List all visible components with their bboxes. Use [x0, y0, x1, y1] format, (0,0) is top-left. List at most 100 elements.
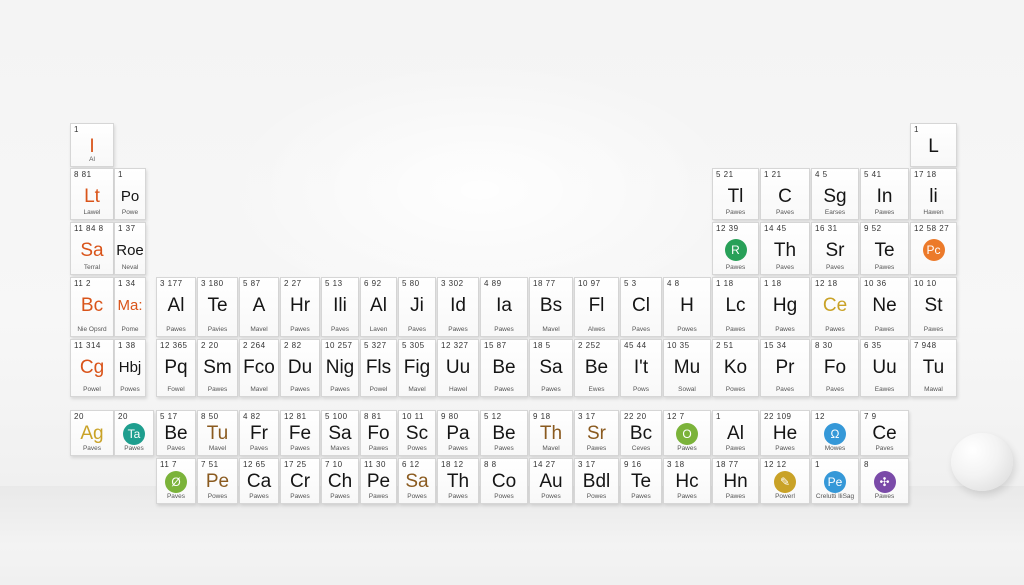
element-symbol: Fig	[403, 357, 431, 378]
element-tile: 3 302 Id Pawes	[437, 277, 479, 337]
element-name: Pawes	[448, 326, 468, 333]
element-tile: 2 252 Be Ewes	[574, 339, 619, 397]
element-number: 3 18	[667, 460, 685, 469]
element-name: Mavel	[250, 326, 268, 333]
element-number: 18 12	[441, 460, 464, 469]
element-number: 4 5	[815, 170, 828, 179]
element-symbol: Al	[727, 423, 744, 444]
element-symbol: Hr	[289, 295, 311, 316]
element-name: Mavel	[408, 386, 426, 393]
element-number: 22 20	[624, 412, 647, 421]
element-name: Mavel	[250, 386, 268, 393]
element-name: Pawes	[290, 445, 310, 452]
element-tile: 8 81 Fo Pawes	[360, 410, 397, 456]
element-symbol: Sa	[328, 423, 352, 444]
element-symbol: Sr	[825, 240, 845, 261]
element-number: 12	[815, 412, 825, 421]
element-tile: 2 82 Du Pawes	[280, 339, 320, 397]
element-symbol: Fe	[288, 423, 312, 444]
element-name: Powes	[494, 493, 514, 500]
element-name: Pawes	[725, 445, 746, 452]
element-symbol: Pe	[366, 471, 391, 492]
element-name: Pawes	[725, 326, 746, 333]
element-badge-icon: ✎	[774, 471, 796, 493]
element-number: 2 20	[201, 341, 219, 350]
element-number: 12 65	[243, 460, 266, 469]
element-number: 3 302	[441, 279, 464, 288]
element-tile: 5 41 In Pawes	[860, 168, 909, 220]
element-symbol: Ia	[496, 295, 512, 316]
element-name: Pawes	[494, 445, 514, 452]
element-tile: 3 17 Sr Pawes	[574, 410, 619, 456]
element-number: 3 180	[201, 279, 224, 288]
element-symbol: Be	[492, 357, 516, 378]
element-tile: 1 Pe Crelutti lliSag	[811, 458, 859, 504]
element-name: Mavel	[208, 445, 227, 452]
element-number: 9 52	[864, 224, 882, 233]
element-tile: 5 305 Fig Mavel	[398, 339, 436, 397]
element-number: 11 7	[160, 460, 177, 469]
element-symbol: Nig	[325, 357, 355, 378]
element-name: Paves	[825, 386, 845, 393]
element-symbol: Hc	[675, 471, 699, 492]
element-number: 1 18	[716, 279, 734, 288]
element-tile: 18 12 Th Pawes	[437, 458, 479, 504]
element-name: Ceves	[631, 445, 651, 452]
element-number: 1	[74, 125, 79, 134]
element-name: Hawen	[923, 209, 944, 216]
element-name: Mawal	[924, 386, 943, 393]
element-number: 8 81	[74, 170, 92, 179]
element-number: 5 87	[243, 279, 261, 288]
element-number: 5 21	[716, 170, 734, 179]
element-name: Pawes	[775, 326, 795, 333]
element-number: 15 34	[764, 341, 787, 350]
element-number: 2 252	[578, 341, 601, 350]
element-symbol: Uu	[872, 357, 897, 378]
element-tile: 11 7 Ø Paves	[156, 458, 196, 504]
element-tile: 10 36 Ne Pawes	[860, 277, 909, 337]
element-tile: 12 12 ✎ Powerl	[760, 458, 810, 504]
element-number: 12 81	[284, 412, 307, 421]
element-tile: 8 50 Tu Mavel	[197, 410, 238, 456]
element-number: 16 31	[815, 224, 838, 233]
element-symbol: Co	[491, 471, 517, 492]
element-tile: 1 38 Hbj Powes	[114, 339, 146, 397]
element-tile: 2 20 Sm Pawes	[197, 339, 238, 397]
element-name: Paves	[775, 386, 795, 393]
element-symbol: Sa	[80, 240, 104, 261]
element-name: Neval	[121, 264, 139, 271]
element-name: Ewes	[588, 386, 605, 393]
element-tile: 45 44 I't Pows	[620, 339, 662, 397]
element-number: 1 34	[118, 279, 136, 288]
element-symbol: Be	[164, 423, 188, 444]
element-symbol: Bs	[539, 295, 563, 316]
element-number: 8 50	[201, 412, 219, 421]
element-tile: 3 18 Hc Pawes	[663, 458, 711, 504]
element-tile: 5 80 Ji Paves	[398, 277, 436, 337]
element-name: Pawes	[631, 493, 651, 500]
element-number: 6 92	[364, 279, 382, 288]
element-symbol: Ca	[246, 471, 272, 492]
element-tile: 7 9 Ce Paves	[860, 410, 909, 456]
element-symbol: St	[924, 295, 943, 316]
element-symbol: Bc	[629, 423, 653, 444]
element-badge-icon: Pe	[824, 471, 846, 493]
element-symbol: In	[876, 186, 893, 207]
element-badge-icon: O	[676, 423, 698, 445]
element-symbol: Id	[450, 295, 466, 316]
element-tile: 8 30 Fo Paves	[811, 339, 859, 397]
element-symbol: Ɩi	[929, 186, 938, 207]
element-tile: 7 948 Tu Mawal	[910, 339, 957, 397]
element-symbol: Sg	[823, 186, 847, 207]
element-tile: 3 17 Bdl Powes	[574, 458, 619, 504]
element-name: Pawes	[124, 445, 144, 452]
element-name: Paves	[875, 445, 894, 452]
element-symbol: Al	[167, 295, 185, 316]
element-number: 8 81	[364, 412, 382, 421]
element-number: 45 44	[624, 341, 647, 350]
element-number: 1 38	[118, 341, 136, 350]
element-number: 12 39	[716, 224, 739, 233]
element-symbol: Tu	[206, 423, 229, 444]
element-symbol: Hg	[772, 295, 798, 316]
element-number: 8 8	[484, 460, 497, 469]
